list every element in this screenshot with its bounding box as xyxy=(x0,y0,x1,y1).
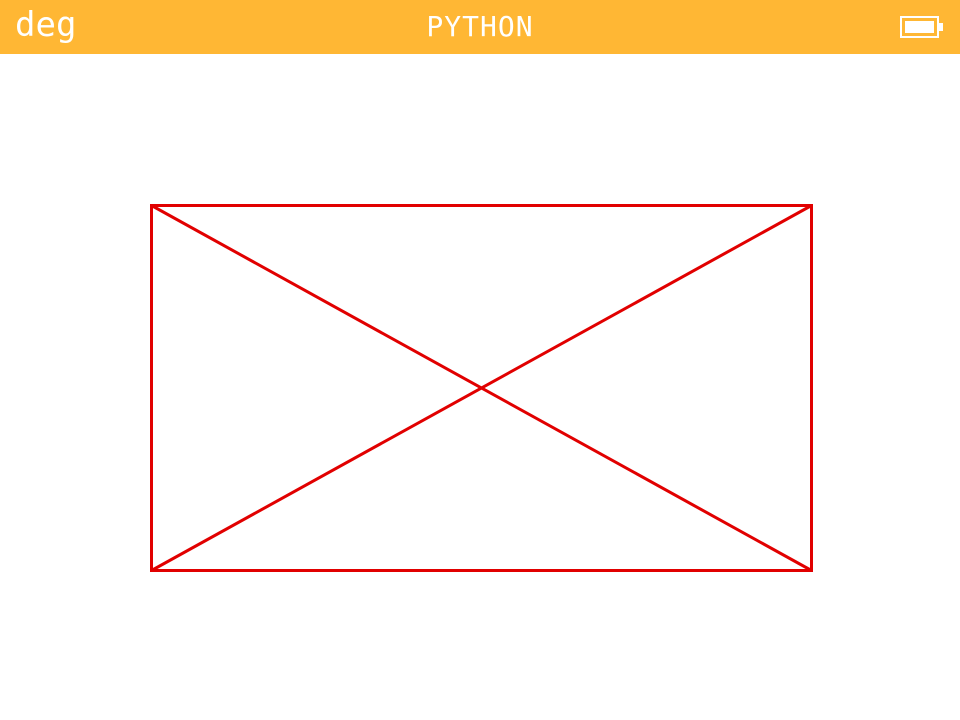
battery-full-icon xyxy=(900,16,943,38)
status-bar: deg PYTHON xyxy=(0,0,960,54)
drawing-canvas xyxy=(150,204,813,572)
app-title: PYTHON xyxy=(426,10,534,43)
calculator-screen: deg PYTHON xyxy=(0,0,960,720)
